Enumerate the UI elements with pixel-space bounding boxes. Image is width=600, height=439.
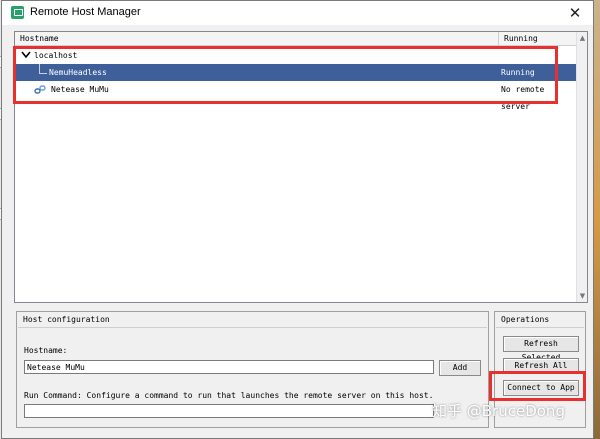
divider: [18, 327, 487, 328]
group-title: Host configuration: [23, 315, 110, 324]
hostname-field-label: Hostname:: [24, 346, 68, 355]
column-header-hostname[interactable]: Hostname: [15, 32, 499, 46]
app-icon: [11, 6, 24, 19]
refresh-selected-button[interactable]: Refresh Selected: [503, 336, 579, 362]
column-header-running[interactable]: Running: [499, 32, 577, 46]
run-command-label: Run Command: Configure a command to run …: [24, 391, 434, 400]
close-icon[interactable]: ✕: [565, 3, 585, 23]
hostname-input[interactable]: [24, 360, 434, 374]
add-button[interactable]: Add: [439, 360, 481, 376]
annotation-box-connect: [489, 371, 586, 401]
divider: [496, 327, 584, 328]
tree-header: Hostname Running: [15, 32, 577, 46]
watermark: 知乎 @BruceDong: [432, 402, 565, 420]
title-bar[interactable]: Remote Host Manager ✕: [2, 1, 593, 25]
vertical-scrollbar[interactable]: ▲ ▼: [576, 32, 587, 302]
group-title: Operations: [501, 315, 550, 324]
desktop-wallpaper-strip: [594, 0, 600, 439]
host-configuration-group: Host configuration Hostname: Add Run Com…: [16, 311, 489, 428]
window-title: Remote Host Manager: [30, 6, 141, 18]
annotation-box-host-list: [13, 46, 558, 104]
run-command-input[interactable]: [24, 404, 434, 418]
scroll-up-icon[interactable]: ▲: [578, 33, 587, 43]
scroll-down-icon[interactable]: ▼: [578, 291, 587, 301]
